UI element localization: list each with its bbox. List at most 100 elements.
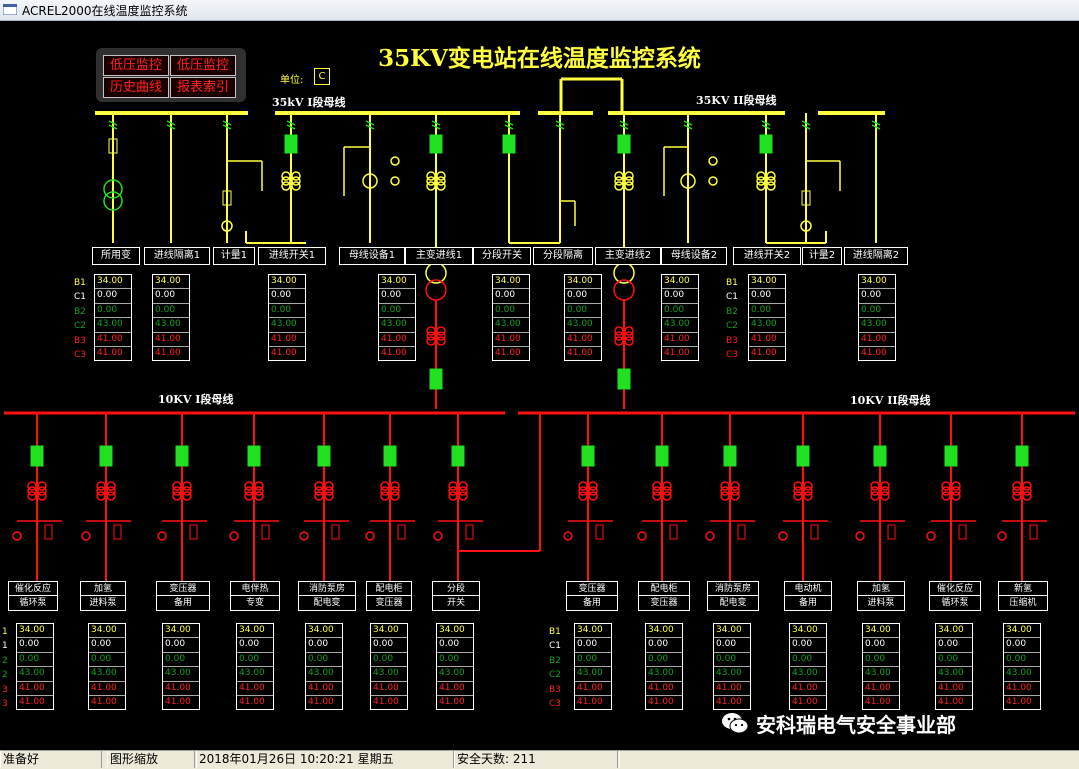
- reading-cell: 0.00: [269, 304, 305, 319]
- window-title: ACREL2000在线温度监控系统: [22, 4, 188, 18]
- lv-reading-table[interactable]: 34.00 0.00 0.00 43.00 41.00 41.00: [935, 623, 973, 711]
- hv-reading-table[interactable]: 34.00 0.00 0.00 43.00 41.00 41.00: [564, 274, 602, 362]
- hv-reading-table[interactable]: 34.00 0.00 0.00 43.00 41.00 41.00: [661, 274, 699, 362]
- hv-reading-table[interactable]: 34.00 0.00 0.00 43.00 41.00 41.00: [268, 274, 306, 362]
- ct-icon: [578, 491, 588, 501]
- hv-device-label[interactable]: 进线开关2: [733, 247, 801, 265]
- lv-device-label[interactable]: 加氢 进料泵: [80, 581, 126, 611]
- lv-reading-table[interactable]: 34.00 0.00 0.00 43.00 41.00 41.00: [645, 623, 683, 711]
- lv-reading-table[interactable]: 34.00 0.00 0.00 43.00 41.00 41.00: [236, 623, 274, 711]
- row-label: B2: [726, 306, 738, 317]
- lv-reading-table[interactable]: 34.00 0.00 0.00 43.00 41.00 41.00: [305, 623, 343, 711]
- lv-device-label[interactable]: 电伴热 专变: [230, 581, 280, 611]
- lv-reading-table[interactable]: 34.00 0.00 0.00 43.00 41.00 41.00: [789, 623, 827, 711]
- hv-device-label[interactable]: 进线隔离2: [844, 247, 908, 265]
- reading-cell: 0.00: [379, 304, 415, 319]
- reading-cell: 0.00: [863, 653, 899, 668]
- hv-reading-table[interactable]: 34.00 0.00 0.00 43.00 41.00 41.00: [378, 274, 416, 362]
- lv-reading-table[interactable]: 34.00 0.00 0.00 43.00 41.00 41.00: [862, 623, 900, 711]
- reading-cell: 41.00: [381, 347, 407, 358]
- lv-device-label[interactable]: 加氢 进料泵: [857, 581, 905, 611]
- reading-cell: 41.00: [153, 333, 189, 347]
- lv-reading-table[interactable]: 34.00 0.00 0.00 43.00 41.00 41.00: [88, 623, 126, 711]
- lv-reading-table[interactable]: 34.00 0.00 0.00 43.00 41.00 41.00: [713, 623, 751, 711]
- lv-device-label[interactable]: 消防泵房 配电变: [298, 581, 356, 611]
- reading-cell: 34.00: [936, 624, 972, 639]
- report-index-button[interactable]: 报表索引: [170, 77, 236, 98]
- lv-device-label[interactable]: 配电柜 变压器: [366, 581, 412, 611]
- lv-reading-table[interactable]: 34.00 0.00 0.00 43.00 41.00 41.00: [162, 623, 200, 711]
- hv-reading-table[interactable]: 34.00 0.00 0.00 43.00 41.00 41.00: [492, 274, 530, 362]
- lv-device-label[interactable]: 变压器 备用: [156, 581, 210, 611]
- hv-device-label[interactable]: 分段开关: [473, 247, 531, 265]
- bus-label-35kv-1: 35kV I段母线: [272, 96, 346, 109]
- hv-device-label[interactable]: 主变进线2: [595, 247, 661, 265]
- row-labels: B1 C1 B2 C2 B3 C3: [74, 276, 86, 362]
- row-label: C1: [549, 641, 562, 652]
- ct-icon: [720, 491, 730, 501]
- reading-cell: 34.00: [863, 624, 899, 639]
- unit-selector[interactable]: C: [314, 68, 330, 85]
- history-curve-button[interactable]: 历史曲线: [103, 77, 169, 98]
- hv-reading-table[interactable]: 34.00 0.00 0.00 43.00 41.00 41.00: [152, 274, 190, 362]
- lv-device-label[interactable]: 催化反应 循环泵: [8, 581, 58, 611]
- reading-cell: 0.00: [89, 653, 125, 668]
- lv-device-label[interactable]: 变压器 备用: [566, 581, 618, 611]
- lv-device-label-line: 新氢: [999, 582, 1047, 596]
- lv-device-label[interactable]: 分段 开关: [432, 581, 480, 611]
- lv-reading-table[interactable]: 34.00 0.00 0.00 43.00 41.00 41.00: [436, 623, 474, 711]
- lv-monitor-button-2[interactable]: 低压监控: [170, 55, 236, 76]
- ct-icon: [1022, 491, 1032, 501]
- breaker-icon: [502, 134, 516, 154]
- hv-device-label[interactable]: 分段隔离: [533, 247, 593, 265]
- lv-device-label[interactable]: 新氢 压缩机: [998, 581, 1048, 611]
- reading-cell: 41.00: [17, 682, 53, 696]
- row-label: B1: [74, 278, 86, 288]
- hv-device-label[interactable]: 计量1: [213, 247, 255, 265]
- row-label: C2: [74, 321, 87, 332]
- lv-device-label[interactable]: 电动机 备用: [784, 581, 832, 611]
- hv-reading-table[interactable]: 34.00 0.00 0.00 43.00 41.00 41.00: [748, 274, 786, 362]
- reading-cell: 41.00: [379, 333, 415, 347]
- ct-icon: [426, 181, 436, 191]
- lv-monitor-button[interactable]: 低压监控: [103, 55, 169, 76]
- lv-device-label-line: 消防泵房: [708, 582, 758, 596]
- hv-device-label[interactable]: 母线设备1: [339, 247, 405, 265]
- reading-cell: 41.00: [271, 347, 297, 358]
- hv-device-label[interactable]: 计量2: [802, 247, 842, 265]
- hv-reading-table[interactable]: 34.00 0.00 0.00 43.00 41.00 41.00: [94, 274, 132, 362]
- hv-device-label[interactable]: 所用变: [92, 247, 140, 265]
- lv-device-label[interactable]: 配电柜 变压器: [638, 581, 690, 611]
- reading-cell: 41.00: [1004, 682, 1040, 696]
- status-empty: [619, 751, 1078, 768]
- reading-cell: 41.00: [565, 333, 601, 347]
- hv-device-label[interactable]: 母线设备2: [661, 247, 727, 265]
- row-label: B3: [74, 335, 86, 346]
- hv-device-label[interactable]: 主变进线1: [405, 247, 473, 265]
- lv-reading-table[interactable]: 34.00 0.00 0.00 43.00 41.00 41.00: [1003, 623, 1041, 711]
- ct-icon: [793, 491, 803, 501]
- lv-device-label-line: 电动机: [785, 582, 831, 596]
- reading-cell: 41.00: [306, 682, 342, 696]
- reading-cell: 0.00: [379, 289, 415, 304]
- reading-cell: 43.00: [17, 667, 53, 682]
- lv-device-label-line: 开关: [446, 598, 465, 608]
- lv-reading-table[interactable]: 34.00 0.00 0.00 43.00 41.00 41.00: [574, 623, 612, 711]
- lv-device-label[interactable]: 催化反应 循环泵: [929, 581, 981, 611]
- hv-device-label[interactable]: 进线开关1: [258, 247, 326, 265]
- ct-icon: [614, 336, 624, 346]
- lv-reading-table[interactable]: 34.00 0.00 0.00 43.00 41.00 41.00: [370, 623, 408, 711]
- lv-device-label-line: 变压器: [157, 582, 209, 596]
- breaker-icon: [796, 445, 810, 467]
- title-bar[interactable]: ACREL2000在线温度监控系统: [0, 0, 1079, 21]
- lv-reading-table[interactable]: 34.00 0.00 0.00 43.00 41.00 41.00: [16, 623, 54, 711]
- reading-cell: 43.00: [565, 318, 601, 333]
- hv-device-label[interactable]: 进线隔离1: [144, 247, 210, 265]
- lv-device-label-line: 催化反应: [930, 582, 980, 596]
- hv-reading-table[interactable]: 34.00 0.00 0.00 43.00 41.00 41.00: [858, 274, 896, 362]
- row-label: B1: [549, 627, 561, 637]
- reading-cell: 34.00: [565, 275, 601, 290]
- lv-device-label[interactable]: 消防泵房 配电变: [707, 581, 759, 611]
- ct-icon: [244, 491, 254, 501]
- reading-cell: 43.00: [153, 318, 189, 333]
